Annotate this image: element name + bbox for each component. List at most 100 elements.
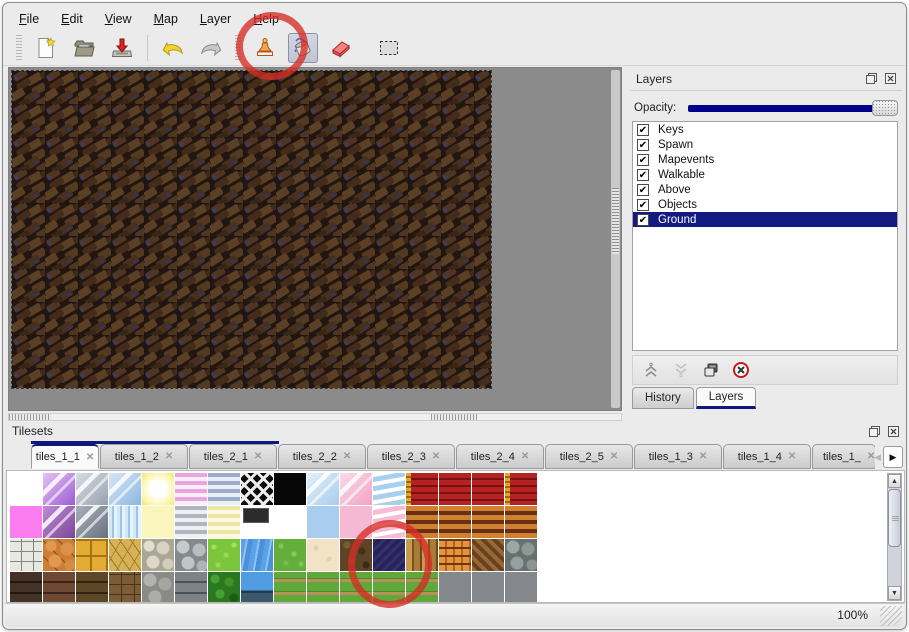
tile-glass-gray[interactable] — [76, 473, 108, 505]
tile-pebbles-gray[interactable] — [175, 539, 207, 571]
tile-stone-white[interactable] — [10, 539, 42, 571]
close-panel-icon[interactable] — [886, 424, 901, 439]
tile-stripes-gray[interactable] — [175, 506, 207, 538]
tile-stones-gray[interactable] — [505, 539, 537, 571]
tile-grass-path[interactable] — [307, 572, 339, 603]
tile-brick-graylight[interactable] — [505, 572, 537, 603]
tile-sand[interactable] — [307, 539, 339, 571]
menu-item[interactable]: File — [11, 10, 47, 28]
map-canvas[interactable] — [12, 71, 491, 388]
layer-row[interactable]: ✔ Ground — [633, 212, 897, 227]
tile-wood-planks[interactable] — [406, 539, 438, 571]
tile-glass-purple[interactable] — [43, 473, 75, 505]
tile-herringbone[interactable] — [472, 539, 504, 571]
tab-close-icon[interactable]: ✕ — [521, 451, 529, 462]
tile-grass-path[interactable] — [340, 572, 372, 603]
redo-button[interactable] — [196, 33, 226, 63]
tile-dirt[interactable] — [340, 539, 372, 571]
tile-navy-circled[interactable] — [373, 539, 405, 571]
tileset-tab[interactable]: tiles_1_2 ✕ — [100, 444, 188, 469]
layer-visibility-checkbox[interactable]: ✔ — [637, 139, 649, 151]
layer-visibility-checkbox[interactable]: ✔ — [637, 199, 649, 211]
layer-row[interactable]: ✔ Above — [633, 182, 897, 197]
move-layer-down-button[interactable] — [671, 360, 691, 380]
toolbar-grip[interactable] — [16, 35, 22, 61]
toolbar-grip[interactable] — [235, 35, 241, 61]
tile-pebbles-light[interactable] — [142, 539, 174, 571]
tile-pink[interactable] — [340, 506, 372, 538]
palette-scrollbar-thumb[interactable] — [888, 489, 901, 547]
tile-black[interactable] — [274, 473, 306, 505]
tab-scroll-left-icon[interactable]: ◀ — [874, 452, 881, 463]
tile-hedge[interactable] — [208, 572, 240, 603]
duplicate-layer-button[interactable] — [701, 360, 721, 380]
map-vertical-scrollbar-thumb[interactable] — [612, 188, 619, 254]
menu-item[interactable]: Map — [146, 10, 186, 28]
eraser-tool-button[interactable] — [326, 33, 356, 63]
tile-grass[interactable] — [274, 539, 306, 571]
layer-visibility-checkbox[interactable]: ✔ — [637, 169, 649, 181]
tile-ribbon-pink[interactable] — [373, 506, 405, 538]
tileset-tab[interactable]: tiles_2_5 ✕ — [545, 444, 633, 469]
tile-plaque[interactable] — [241, 506, 273, 538]
tile-brick-tan[interactable] — [76, 572, 108, 603]
tile-empty[interactable] — [10, 473, 42, 505]
tile-carpet-orange[interactable] — [406, 506, 438, 538]
map-horizontal-scrollbar-thumb[interactable] — [431, 414, 477, 420]
tab-close-icon[interactable]: ✕ — [432, 451, 440, 462]
tab-close-icon[interactable]: ✕ — [86, 452, 94, 463]
tile-glass-lightblue[interactable] — [307, 473, 339, 505]
map-vertical-scrollbar[interactable] — [611, 70, 620, 408]
opacity-slider[interactable] — [686, 99, 898, 117]
layer-visibility-checkbox[interactable]: ✔ — [637, 154, 649, 166]
tab-close-icon[interactable]: ✕ — [610, 451, 618, 462]
tile-grass-bright[interactable] — [208, 539, 240, 571]
tile-glass-pink[interactable] — [340, 473, 372, 505]
splitter-grip[interactable] — [9, 414, 51, 420]
tileset-tab[interactable]: tiles_2_3 ✕ — [367, 444, 455, 469]
delete-layer-button[interactable] — [731, 360, 751, 380]
tile-stone-yellow[interactable] — [109, 539, 141, 571]
tile-brick-brown[interactable] — [43, 572, 75, 603]
menu-item[interactable]: Edit — [53, 10, 91, 28]
tab-scroll-right-button[interactable]: ▶ — [883, 446, 903, 468]
tile-carpet-orange[interactable] — [439, 506, 471, 538]
tile-curtain-red-gold[interactable] — [406, 473, 438, 505]
new-map-button[interactable] — [31, 33, 61, 63]
tileset-tab[interactable]: tiles_1_ ✕ — [812, 444, 875, 469]
float-panel-icon[interactable] — [867, 424, 882, 439]
tile-lattice[interactable] — [241, 473, 273, 505]
tile-stripes-blue[interactable] — [208, 473, 240, 505]
opacity-slider-track[interactable] — [688, 105, 876, 112]
tile-carpet-orange[interactable] — [472, 506, 504, 538]
tile-brick-gray[interactable] — [175, 572, 207, 603]
layer-row[interactable]: ✔ Objects — [633, 197, 897, 212]
float-panel-icon[interactable] — [864, 71, 879, 86]
tile-blue[interactable] — [307, 506, 339, 538]
tile-grass-path[interactable] — [406, 572, 438, 603]
tile-glow-yellow[interactable] — [142, 473, 174, 505]
tile-gold[interactable] — [76, 539, 108, 571]
tab-close-icon[interactable]: ✕ — [343, 451, 351, 462]
save-map-button[interactable] — [107, 33, 137, 63]
tab-close-icon[interactable]: ✕ — [788, 451, 796, 462]
stamp-tool-button[interactable] — [250, 33, 280, 63]
close-panel-icon[interactable] — [883, 71, 898, 86]
map-horizontal-scrollbar[interactable] — [8, 413, 622, 421]
tile-carpet-orange[interactable] — [505, 506, 537, 538]
layer-visibility-checkbox[interactable]: ✔ — [637, 184, 649, 196]
tile-glass-gray-dark[interactable] — [76, 506, 108, 538]
menu-item[interactable]: Layer — [192, 10, 239, 28]
tile-glass-purple-dark[interactable] — [43, 506, 75, 538]
tile-stone-brown[interactable] — [109, 572, 141, 603]
tile-brick-darkbrown[interactable] — [10, 572, 42, 603]
scroll-down-button[interactable]: ▼ — [888, 586, 901, 600]
tile-cobble-orange[interactable] — [43, 539, 75, 571]
panel-tab[interactable]: Layers — [696, 387, 757, 409]
panel-tab[interactable]: History — [632, 387, 694, 409]
layer-row[interactable]: ✔ Spawn — [633, 137, 897, 152]
tileset-tab[interactable]: tiles_2_4 ✕ — [456, 444, 544, 469]
menu-item[interactable]: Help — [245, 10, 287, 28]
resize-grip[interactable] — [880, 606, 902, 626]
layer-row[interactable]: ✔ Mapevents — [633, 152, 897, 167]
